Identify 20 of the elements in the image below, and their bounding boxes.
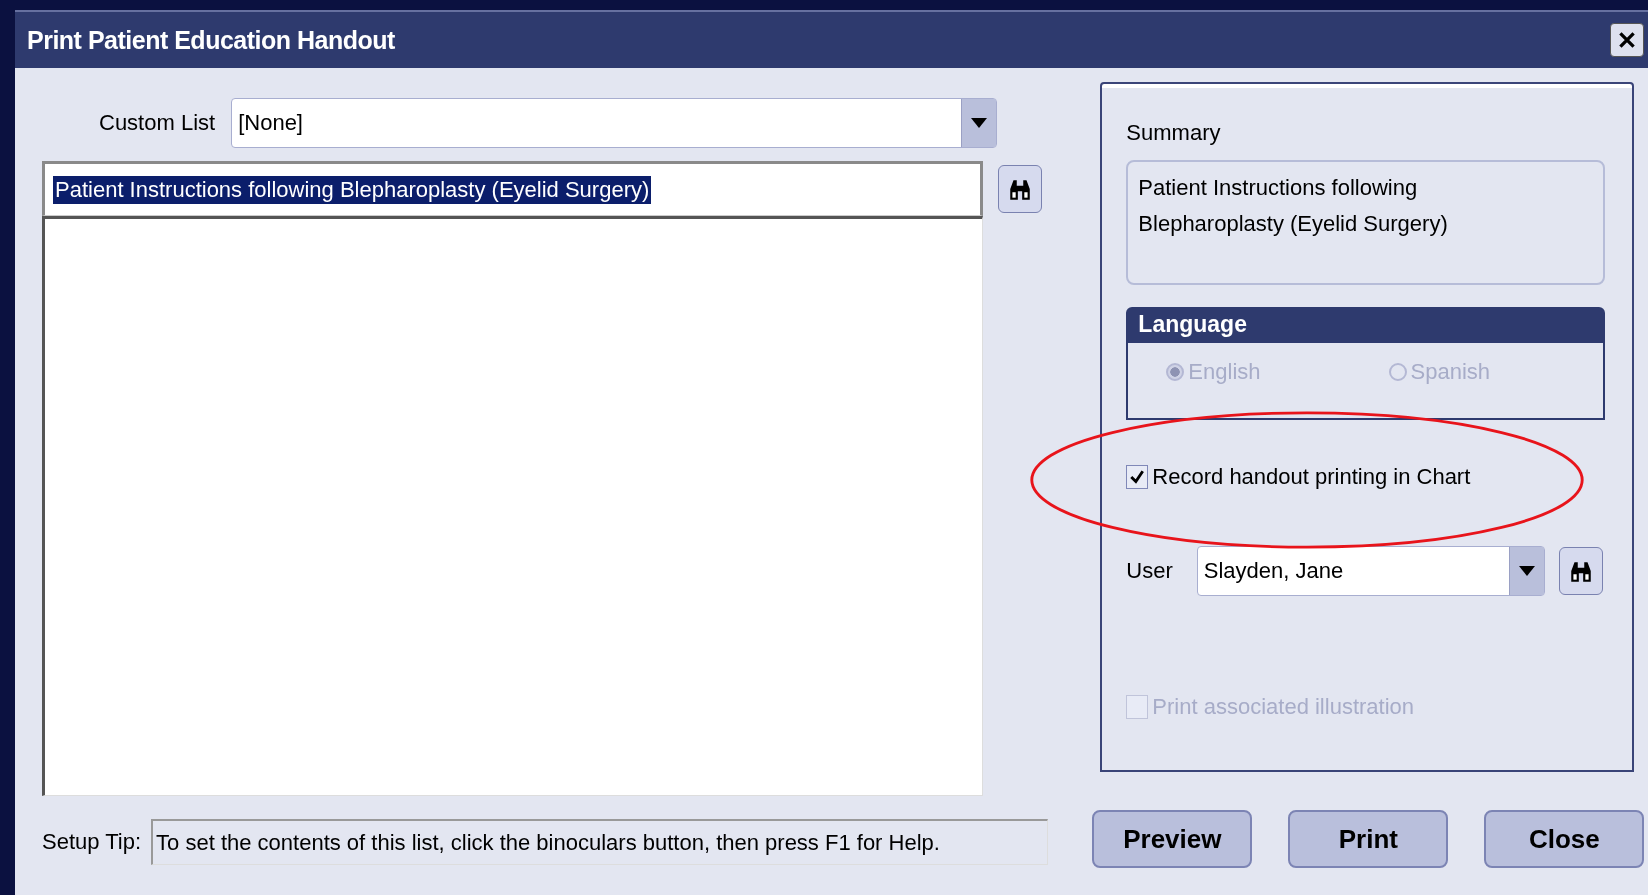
window-title: Print Patient Education Handout: [27, 25, 395, 55]
setup-tip-text: To set the contents of this list, click the binoculars button, then press F1 for Help.: [151, 819, 1049, 865]
check-icon: [1129, 469, 1146, 485]
dialog-button[interactable]: Close: [1484, 810, 1645, 868]
close-icon[interactable]: [1610, 23, 1644, 57]
search-field[interactable]: Patient Instructions following Blepharoplasty (Eyelid Surgery): [42, 161, 983, 216]
caret-icon: [968, 116, 990, 130]
custom-list-dropdown[interactable]: [None]: [231, 98, 997, 148]
summary-label: Summary: [1126, 120, 1222, 146]
record-checkbox[interactable]: Record handout printing in Chart: [1126, 464, 1471, 490]
group-title: Language: [1128, 309, 1604, 343]
field-label: User: [1126, 558, 1173, 584]
binoculars-button[interactable]: [998, 164, 1042, 213]
field-label: Setup Tip:: [42, 829, 142, 855]
binoculars-button[interactable]: [1558, 547, 1603, 595]
dialog-button[interactable]: Print: [1288, 810, 1449, 868]
dialog-button[interactable]: Preview: [1092, 810, 1253, 868]
summary-text: Patient Instructions following Blepharoplasty (Eyelid Surgery): [1126, 160, 1606, 285]
user-dropdown[interactable]: Slayden, Jane: [1196, 546, 1545, 596]
field-label: Custom List: [99, 110, 216, 136]
